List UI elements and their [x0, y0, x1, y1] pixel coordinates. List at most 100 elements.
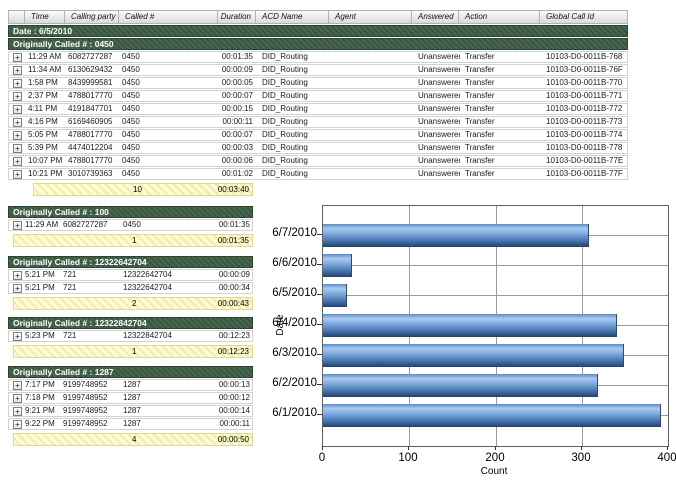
expand-row-button[interactable]: +: [13, 131, 22, 140]
cell-called: 12322842704: [121, 331, 181, 341]
cell-duration: 00:00:13: [181, 380, 254, 390]
cell-agent: [330, 104, 413, 114]
cell-answered: Unanswered: [413, 156, 460, 166]
cell-time: 9:21 PM: [23, 406, 61, 416]
table-row[interactable]: +11:29 AM6082727287045000:01:35: [8, 219, 253, 231]
expand-row-button[interactable]: +: [13, 92, 22, 101]
summary-call-count: 4: [132, 434, 136, 445]
table-row[interactable]: +4:11 PM4191847701045000:00:15DID_Routin…: [8, 103, 628, 115]
expand-cell: +: [9, 270, 23, 280]
summary-total-duration: 00:03:40: [218, 184, 249, 195]
expand-row-button[interactable]: +: [13, 394, 22, 403]
table-row[interactable]: +5:05 PM4788017770045000:00:07DID_Routin…: [8, 129, 628, 141]
cell-time: 11:29 AM: [23, 220, 61, 230]
expand-row-button[interactable]: +: [13, 66, 22, 75]
table-row[interactable]: +4:16 PM6169460905045000:00:11DID_Routin…: [8, 116, 628, 128]
cell-duration: 00:00:14: [181, 406, 254, 416]
table-row[interactable]: +7:18 PM9199748952128700:00:12: [8, 392, 253, 404]
expand-row-button[interactable]: +: [13, 332, 22, 341]
cell-calling-party: 721: [61, 283, 121, 293]
expand-row-button[interactable]: +: [13, 170, 22, 179]
expand-row-button[interactable]: +: [13, 79, 22, 88]
table-row[interactable]: +1:58 PM8439999581045000:00:05DID_Routin…: [8, 77, 628, 89]
table-row[interactable]: +9:21 PM9199748952128700:00:14: [8, 405, 253, 417]
cell-calling-party: 4788017770: [66, 156, 120, 166]
cell-action: Transfer: [460, 117, 541, 127]
column-header-time: Time: [25, 10, 65, 24]
table-row[interactable]: +11:29 AM6082727287045000:01:35DID_Routi…: [8, 51, 628, 63]
expand-cell: +: [9, 143, 26, 153]
table-row[interactable]: +2:37 PM4788017770045000:00:07DID_Routin…: [8, 90, 628, 102]
expand-cell: +: [9, 393, 23, 403]
expand-row-button[interactable]: +: [13, 407, 22, 416]
table-header-row: Time Calling party # Called # Duration A…: [8, 10, 628, 24]
table-row[interactable]: +9:22 PM9199748952128700:00:11: [8, 418, 253, 430]
table-row[interactable]: +10:07 PM4788017770045000:00:06DID_Routi…: [8, 155, 628, 167]
expand-row-button[interactable]: +: [13, 118, 22, 127]
expand-row-button[interactable]: +: [13, 157, 22, 166]
cell-called: 1287: [121, 419, 181, 429]
expand-row-button[interactable]: +: [13, 284, 22, 293]
y-axis-tick-mark: [317, 384, 322, 385]
cell-calling-party: 6130629432: [66, 65, 120, 75]
x-axis-tick-mark: [322, 446, 323, 450]
cell-calling-party: 8439999581: [66, 78, 120, 88]
cell-action: Transfer: [460, 91, 541, 101]
cell-global-call-id: 10103-D0-0011B-76F: [541, 65, 629, 75]
cell-time: 5:23 PM: [23, 331, 61, 341]
cell-calling-party: 721: [61, 331, 121, 341]
cell-acd-name: DID_Routing: [257, 104, 330, 114]
cell-agent: [330, 156, 413, 166]
cell-action: Transfer: [460, 130, 541, 140]
cell-action: Transfer: [460, 78, 541, 88]
cell-duration: 00:00:07: [219, 91, 257, 101]
cell-called: 0450: [120, 78, 219, 88]
cell-global-call-id: 10103-D0-0011B-778: [541, 143, 629, 153]
cell-duration: 00:00:15: [219, 104, 257, 114]
cell-agent: [330, 169, 413, 179]
cell-acd-name: DID_Routing: [257, 91, 330, 101]
cell-global-call-id: 10103-D0-0011B-770: [541, 78, 629, 88]
group-summary-row: 4 00:00:50: [13, 433, 253, 446]
expand-row-button[interactable]: +: [13, 221, 22, 230]
cell-answered: Unanswered: [413, 65, 460, 75]
cell-duration: 00:00:12: [181, 393, 254, 403]
summary-total-duration: 00:00:50: [218, 434, 249, 445]
column-header-answered: Answered: [412, 10, 459, 24]
cell-action: Transfer: [460, 52, 541, 62]
table-row[interactable]: +5:39 PM4474012204045000:00:03DID_Routin…: [8, 142, 628, 154]
expand-row-button[interactable]: +: [13, 53, 22, 62]
summary-call-count: 1: [132, 235, 136, 246]
expand-cell: +: [9, 65, 26, 75]
cell-duration: 00:00:34: [181, 283, 254, 293]
table-row[interactable]: +5:23 PM7211232284270400:12:23: [8, 330, 253, 342]
cell-duration: 00:00:06: [219, 156, 257, 166]
cell-global-call-id: 10103-D0-0011B-771: [541, 91, 629, 101]
y-axis-tick-mark: [317, 414, 322, 415]
expand-row-button[interactable]: +: [13, 271, 22, 280]
cell-calling-party: 4474012204: [66, 143, 120, 153]
cell-calling-party: 6082727287: [66, 52, 120, 62]
cell-duration: 00:01:35: [219, 52, 257, 62]
cell-time: 11:29 AM: [26, 52, 66, 62]
expand-row-button[interactable]: +: [13, 105, 22, 114]
x-axis-tick-label: 300: [556, 452, 606, 464]
table-row[interactable]: +7:17 PM9199748952128700:00:13: [8, 379, 253, 391]
expand-row-button[interactable]: +: [13, 381, 22, 390]
y-axis-tick-mark: [317, 354, 322, 355]
expand-cell: +: [9, 104, 26, 114]
table-row[interactable]: +5:21 PM7211232264270400:00:09: [8, 269, 253, 281]
cell-time: 5:21 PM: [23, 270, 61, 280]
expand-row-button[interactable]: +: [13, 420, 22, 429]
expand-row-button[interactable]: +: [13, 144, 22, 153]
group-summary-row: 100:01:35: [13, 234, 253, 247]
cell-duration: 00:00:09: [219, 65, 257, 75]
x-axis-title: Count: [469, 466, 519, 477]
cell-time: 4:11 PM: [26, 104, 66, 114]
table-row[interactable]: +11:34 AM6130629432045000:00:09DID_Routi…: [8, 64, 628, 76]
table-row[interactable]: +5:21 PM7211232264270400:00:34: [8, 282, 253, 294]
table-row[interactable]: +10:21 PM3010739363045000:01:02DID_Routi…: [8, 168, 628, 180]
cell-called: 1287: [121, 406, 181, 416]
chart-bar: [323, 344, 624, 367]
cell-called: 0450: [120, 156, 219, 166]
